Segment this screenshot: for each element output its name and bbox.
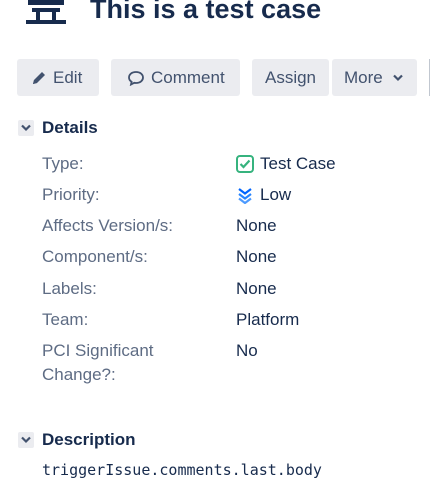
- chevron-down-icon: [392, 74, 403, 82]
- more-button[interactable]: More: [332, 59, 417, 96]
- field-value-team[interactable]: Platform: [236, 308, 299, 332]
- pci-label-line2: Change?:: [42, 365, 116, 384]
- field-labels: Labels: None: [42, 277, 277, 301]
- collapse-chevron-icon[interactable]: [18, 120, 34, 136]
- project-bench-icon[interactable]: [26, 0, 66, 24]
- issue-title[interactable]: This is a test case: [90, 0, 321, 25]
- description-heading: Description: [42, 430, 136, 449]
- field-priority: Priority: Low: [42, 183, 291, 207]
- speech-bubble-icon: [127, 70, 145, 86]
- field-label-pci-significant: PCI Significant Change?:: [42, 339, 236, 387]
- field-affects-version: Affects Version/s: None: [42, 214, 277, 238]
- field-label-type: Type:: [42, 154, 84, 173]
- issue-header: This is a test case: [26, 0, 321, 25]
- checkbox-icon: [236, 155, 254, 173]
- type-value-text: Test Case: [260, 154, 336, 173]
- field-value-labels: None: [236, 279, 277, 298]
- priority-value-text: Low: [260, 185, 292, 204]
- comment-button[interactable]: Comment: [111, 59, 240, 96]
- assign-button-label: Assign: [264, 67, 317, 87]
- edit-button[interactable]: Edit: [17, 59, 99, 96]
- comment-button-label: Comment: [151, 67, 225, 87]
- field-label-priority: Priority:: [42, 185, 100, 204]
- field-label-affects-version: Affects Version/s:: [42, 216, 174, 235]
- toolbar-overflow-button[interactable]: [429, 59, 433, 96]
- field-pci-significant: PCI Significant Change?: No: [42, 339, 258, 387]
- field-label-team: Team:: [42, 310, 89, 329]
- edit-button-label: Edit: [53, 67, 83, 87]
- issue-toolbar: Edit Comment Assign More: [17, 59, 433, 96]
- field-value-pci-significant[interactable]: No: [236, 339, 258, 387]
- pci-label-line1: PCI Significant: [42, 341, 154, 360]
- description-body[interactable]: triggerIssue.comments.last.body: [42, 461, 322, 479]
- assign-button[interactable]: Assign: [252, 59, 329, 96]
- details-heading: Details: [42, 118, 98, 137]
- field-type: Type: Test Case: [42, 152, 336, 176]
- field-label-labels: Labels:: [42, 279, 97, 298]
- field-components: Component/s: None: [42, 245, 277, 269]
- field-value-components: None: [236, 247, 277, 266]
- description-section-header[interactable]: Description: [18, 430, 136, 450]
- details-section-header[interactable]: Details: [18, 118, 98, 138]
- field-value-type: Test Case: [236, 152, 336, 176]
- field-team: Team: Platform: [42, 308, 299, 332]
- more-button-label: More: [344, 67, 383, 87]
- field-value-affects-version: None: [236, 216, 277, 235]
- priority-low-icon: [236, 186, 254, 204]
- pencil-icon: [31, 70, 47, 86]
- collapse-chevron-icon[interactable]: [18, 432, 34, 448]
- field-value-priority: Low: [236, 183, 291, 207]
- field-label-components: Component/s:: [42, 247, 148, 266]
